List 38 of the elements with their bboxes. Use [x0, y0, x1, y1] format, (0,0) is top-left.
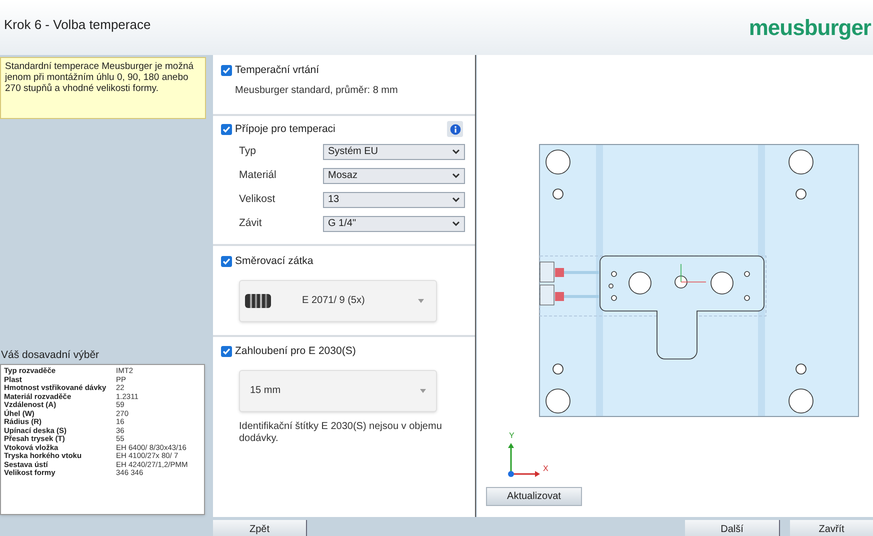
window-title: Krok 6 - Volba temperace — [4, 16, 151, 34]
axis-label: X — [543, 465, 548, 473]
section-title: Směrovací zátka — [235, 254, 314, 269]
checkbox[interactable] — [221, 346, 232, 358]
summary-title: Váš dosavadní výběr — [0, 348, 100, 364]
back-button[interactable]: Zpět — [213, 520, 307, 536]
plug-icon — [244, 292, 272, 309]
checkbox[interactable] — [221, 256, 232, 268]
section-title: Zahloubení pro E 2030(S) — [235, 344, 356, 359]
checkbox[interactable] — [221, 124, 232, 136]
select-field[interactable]: G 1/4" — [323, 216, 465, 232]
field-label: Materiál — [239, 168, 278, 183]
select-field[interactable]: Mosaz — [323, 168, 465, 184]
axis-label: Y — [509, 432, 514, 440]
field-label: Závit — [239, 216, 263, 231]
note-text: Identifikační štítky E 2030(S) nejsou v objemu dodávky. — [239, 420, 443, 445]
field-label: Typ — [239, 144, 257, 159]
logo: meusburger — [748, 14, 871, 42]
select-field[interactable]: 15 mm — [239, 370, 437, 412]
next-button[interactable]: Další — [685, 520, 780, 536]
checkbox[interactable] — [221, 65, 232, 76]
hint-note: Standardní temperace Meusburger je možná jenom při montážním úhlu 0, 90, 180 anebo 270 stupňů a vhodné velikosti formy. — [0, 57, 206, 119]
chevron-icon — [452, 197, 460, 202]
update-button[interactable]: Aktualizovat — [486, 487, 582, 506]
section-title: Temperační vrtání — [235, 63, 320, 78]
section-title: Přípoje pro temperaci — [235, 122, 336, 137]
chevron-icon — [452, 149, 460, 154]
close-button[interactable]: Zavřít — [790, 520, 873, 536]
chevron-icon — [452, 221, 460, 226]
chevron-icon — [452, 173, 460, 178]
select-field[interactable]: E 2071/ 9 (5x) — [239, 280, 437, 322]
section-text: Meusburger standard, průměr: 8 mm — [235, 84, 399, 98]
select-field[interactable]: 13 — [323, 192, 465, 208]
caret-icon — [418, 298, 424, 303]
select-field[interactable]: Systém EU — [323, 144, 465, 160]
info-icon[interactable] — [447, 121, 463, 137]
field-label: Velikost — [239, 192, 276, 207]
caret-icon — [420, 388, 426, 393]
